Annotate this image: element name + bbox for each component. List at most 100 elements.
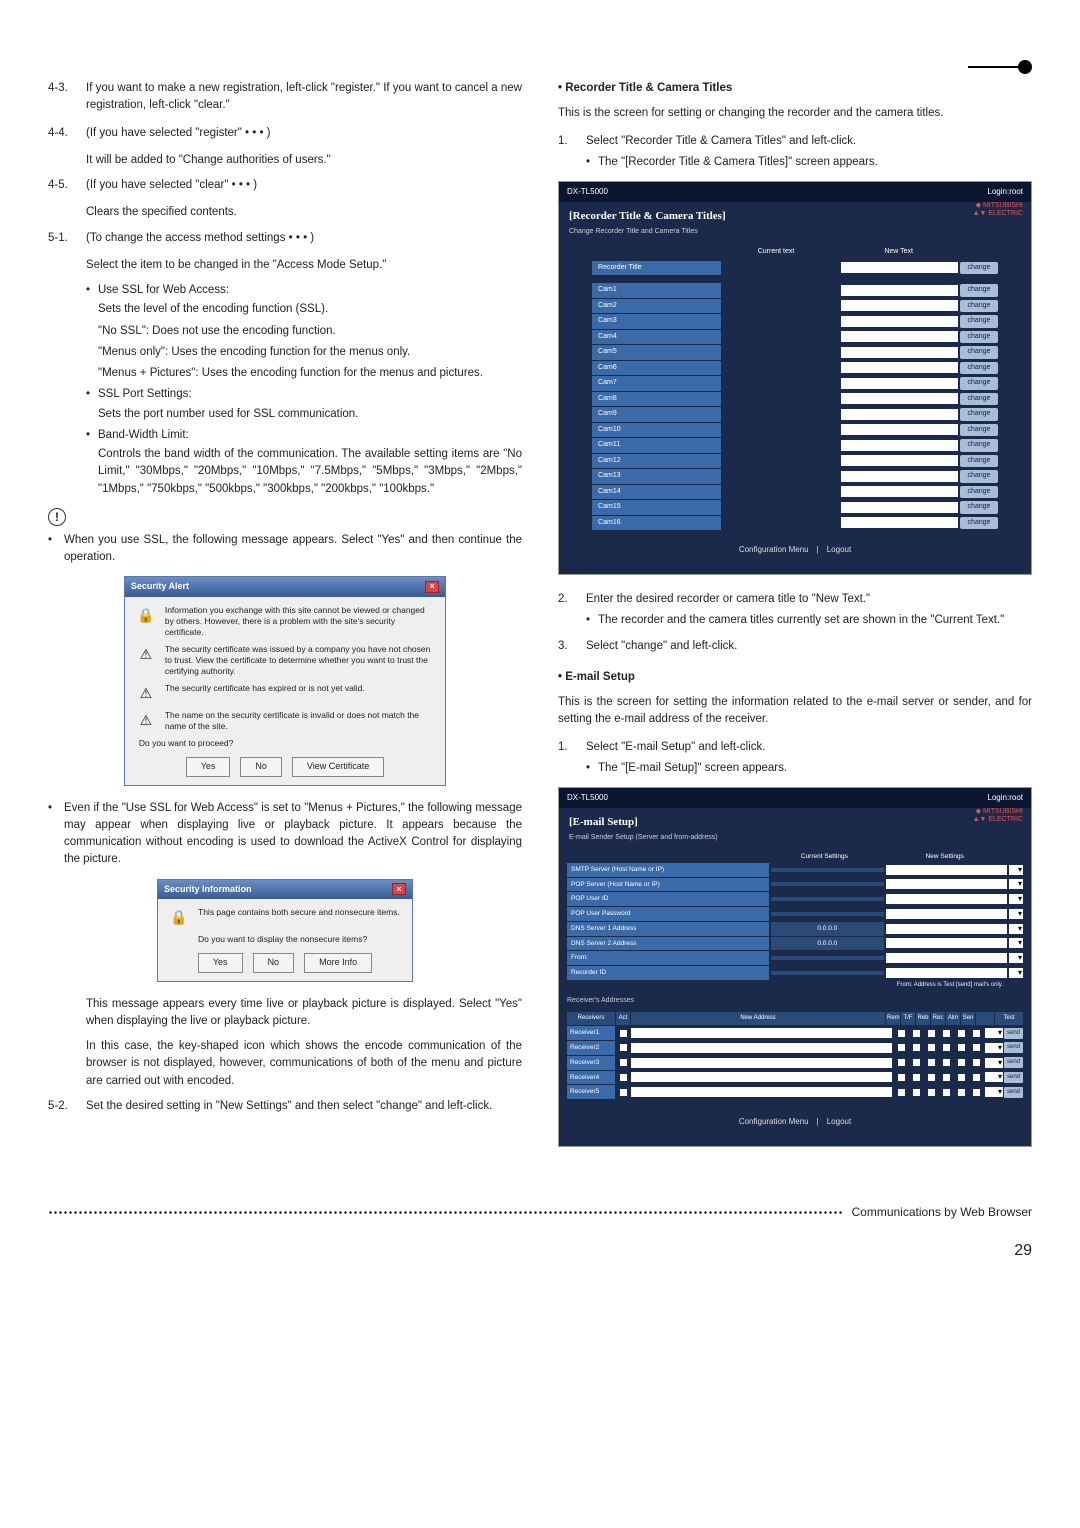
change-button[interactable]: change: [960, 262, 998, 275]
option-checkbox[interactable]: [940, 1043, 954, 1053]
option-checkbox[interactable]: [970, 1072, 984, 1082]
dropdown[interactable]: [1009, 865, 1023, 875]
new-value-input[interactable]: [886, 879, 1007, 889]
option-checkbox[interactable]: [955, 1087, 969, 1097]
option-checkbox[interactable]: [895, 1028, 909, 1038]
new-text-input[interactable]: [841, 471, 958, 482]
new-value-input[interactable]: [886, 924, 1007, 934]
new-text-input[interactable]: [841, 409, 958, 420]
dropdown[interactable]: [985, 1072, 1003, 1082]
close-icon[interactable]: ×: [425, 581, 439, 593]
yes-button[interactable]: Yes: [186, 757, 231, 777]
active-checkbox[interactable]: [616, 1028, 630, 1038]
new-text-input[interactable]: [841, 362, 958, 373]
dropdown[interactable]: [1009, 894, 1023, 904]
new-text-input[interactable]: [841, 285, 958, 296]
close-icon[interactable]: ×: [392, 883, 406, 895]
change-button[interactable]: change: [960, 362, 998, 375]
new-text-input[interactable]: [841, 347, 958, 358]
option-checkbox[interactable]: [955, 1072, 969, 1082]
new-text-input[interactable]: [841, 393, 958, 404]
new-value-input[interactable]: [886, 909, 1007, 919]
yes-button[interactable]: Yes: [198, 953, 243, 973]
option-checkbox[interactable]: [910, 1043, 924, 1053]
no-button[interactable]: No: [240, 757, 282, 777]
option-checkbox[interactable]: [910, 1087, 924, 1097]
change-button[interactable]: change: [960, 331, 998, 344]
option-checkbox[interactable]: [895, 1043, 909, 1053]
option-checkbox[interactable]: [970, 1028, 984, 1038]
option-checkbox[interactable]: [955, 1028, 969, 1038]
option-checkbox[interactable]: [895, 1072, 909, 1082]
new-text-input[interactable]: [841, 331, 958, 342]
option-checkbox[interactable]: [955, 1058, 969, 1068]
dropdown[interactable]: [1009, 938, 1023, 948]
change-button[interactable]: change: [960, 517, 998, 530]
active-checkbox[interactable]: [616, 1043, 630, 1053]
change-button[interactable]: change: [960, 486, 998, 499]
option-checkbox[interactable]: [925, 1072, 939, 1082]
option-checkbox[interactable]: [925, 1087, 939, 1097]
change-button[interactable]: change: [960, 393, 998, 406]
dropdown[interactable]: [985, 1028, 1003, 1038]
config-menu-link[interactable]: Configuration Menu: [739, 545, 809, 554]
address-input[interactable]: [631, 1058, 892, 1068]
config-menu-link[interactable]: Configuration Menu: [739, 1117, 809, 1126]
option-checkbox[interactable]: [970, 1043, 984, 1053]
no-button[interactable]: No: [253, 953, 295, 973]
change-button[interactable]: change: [960, 315, 998, 328]
option-checkbox[interactable]: [910, 1028, 924, 1038]
send-button[interactable]: send: [1004, 1028, 1023, 1039]
option-checkbox[interactable]: [940, 1028, 954, 1038]
new-value-input[interactable]: [886, 938, 1007, 948]
option-checkbox[interactable]: [910, 1072, 924, 1082]
new-text-input[interactable]: [841, 486, 958, 497]
option-checkbox[interactable]: [925, 1058, 939, 1068]
address-input[interactable]: [631, 1043, 892, 1053]
change-button[interactable]: change: [960, 300, 998, 313]
send-button[interactable]: send: [1004, 1042, 1023, 1053]
new-text-input[interactable]: [841, 262, 958, 273]
new-text-input[interactable]: [841, 502, 958, 513]
new-text-input[interactable]: [841, 517, 958, 528]
new-text-input[interactable]: [841, 424, 958, 435]
change-button[interactable]: change: [960, 408, 998, 421]
option-checkbox[interactable]: [970, 1058, 984, 1068]
option-checkbox[interactable]: [940, 1072, 954, 1082]
change-button[interactable]: change: [960, 424, 998, 437]
new-text-input[interactable]: [841, 378, 958, 389]
address-input[interactable]: [631, 1072, 892, 1082]
active-checkbox[interactable]: [616, 1072, 630, 1082]
dropdown[interactable]: [1009, 968, 1023, 978]
change-button[interactable]: change: [960, 455, 998, 468]
option-checkbox[interactable]: [925, 1043, 939, 1053]
dropdown[interactable]: [985, 1058, 1003, 1068]
change-button[interactable]: change: [960, 470, 998, 483]
change-button[interactable]: change: [960, 377, 998, 390]
change-button[interactable]: change: [960, 284, 998, 297]
address-input[interactable]: [631, 1087, 892, 1097]
option-checkbox[interactable]: [940, 1087, 954, 1097]
option-checkbox[interactable]: [895, 1058, 909, 1068]
option-checkbox[interactable]: [940, 1058, 954, 1068]
dropdown[interactable]: [1009, 909, 1023, 919]
dropdown[interactable]: [1009, 924, 1023, 934]
new-text-input[interactable]: [841, 300, 958, 311]
address-input[interactable]: [631, 1028, 892, 1038]
send-button[interactable]: send: [1004, 1072, 1023, 1083]
change-button[interactable]: change: [960, 346, 998, 359]
change-button[interactable]: change: [960, 439, 998, 452]
option-checkbox[interactable]: [925, 1028, 939, 1038]
option-checkbox[interactable]: [970, 1087, 984, 1097]
dropdown[interactable]: [1009, 879, 1023, 889]
new-text-input[interactable]: [841, 440, 958, 451]
change-button[interactable]: change: [960, 501, 998, 514]
active-checkbox[interactable]: [616, 1058, 630, 1068]
new-value-input[interactable]: [886, 968, 1007, 978]
dropdown[interactable]: [1009, 953, 1023, 963]
dropdown[interactable]: [985, 1043, 1003, 1053]
option-checkbox[interactable]: [955, 1043, 969, 1053]
send-button[interactable]: send: [1004, 1057, 1023, 1068]
new-value-input[interactable]: [886, 865, 1007, 875]
logout-link[interactable]: Logout: [827, 545, 851, 554]
